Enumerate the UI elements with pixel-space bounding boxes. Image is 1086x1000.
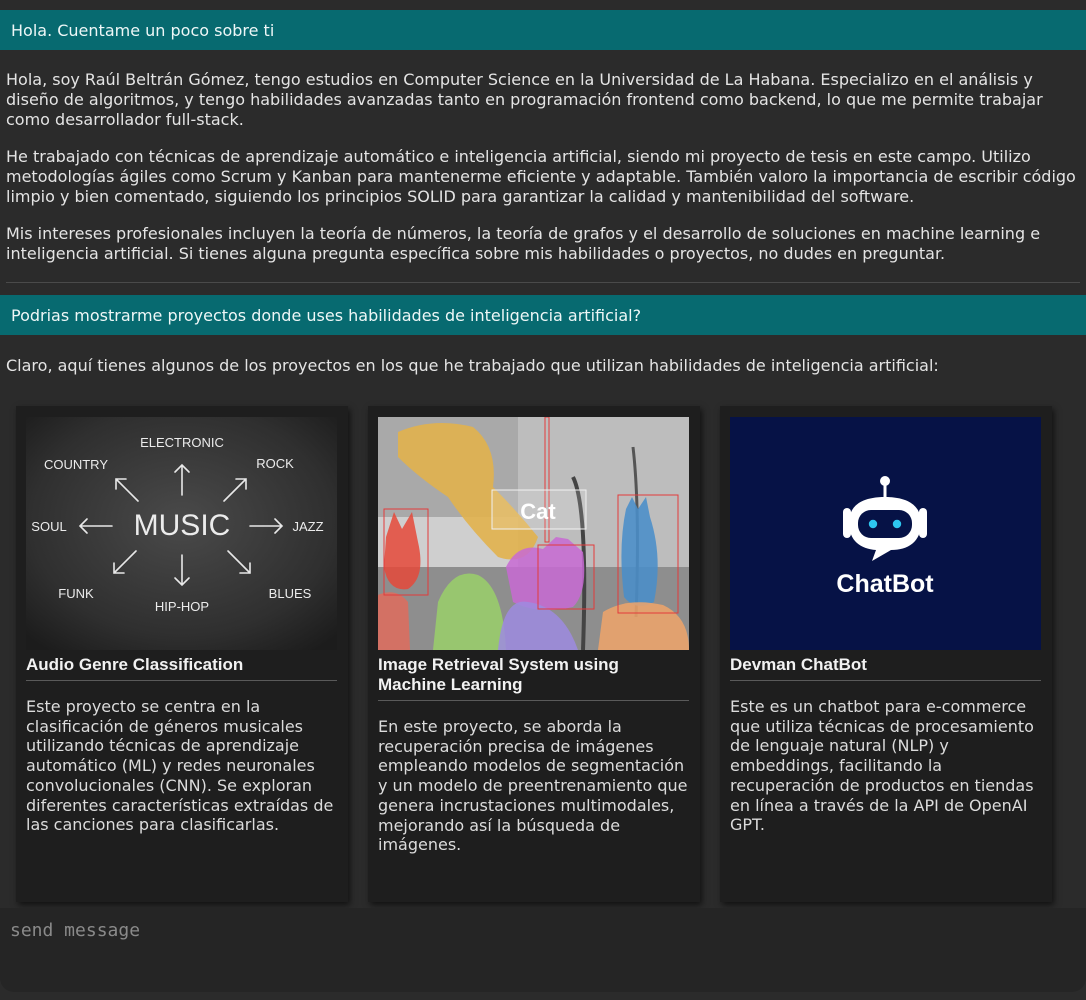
project-title: Devman ChatBot — [730, 655, 867, 674]
project-image-music-chalkboard: MUSIC ELECTRONIC COUNTRY ROCK SOUL JAZZ … — [26, 417, 337, 650]
chalk-genre-electronic: ELECTRONIC — [140, 435, 224, 450]
chalk-genre-soul: SOUL — [31, 519, 66, 534]
segmentation-label: Cat — [520, 499, 556, 524]
chalk-genre-hiphop: HIP-HOP — [155, 599, 209, 614]
chalk-center: MUSIC — [134, 509, 231, 542]
reply-1-paragraph-1: Hola, soy Raúl Beltrán Gómez, tengo estu… — [6, 70, 1043, 129]
project-title: Audio Genre Classification — [26, 655, 244, 674]
assistant-reply-1: Hola, soy Raúl Beltrán Gómez, tengo estu… — [6, 70, 1078, 281]
assistant-reply-2: Claro, aquí tienes algunos de los proyec… — [6, 356, 1078, 393]
project-card-audio-genre[interactable]: MUSIC ELECTRONIC COUNTRY ROCK SOUL JAZZ … — [16, 406, 348, 902]
project-image-cat-segmentation: Cat — [378, 417, 689, 650]
user-message-1-text: Hola. Cuentame un poco sobre ti — [11, 20, 275, 40]
chalk-genre-blues: BLUES — [269, 586, 312, 601]
user-message-2: Podrias mostrarme proyectos donde uses h… — [0, 295, 1086, 335]
project-card-devman-chatbot[interactable]: ChatBot Devman ChatBot Este es un chatbo… — [720, 406, 1052, 902]
top-strip — [0, 0, 1086, 10]
project-description: En este proyecto, se aborda la recuperac… — [378, 717, 688, 855]
project-card-image-retrieval[interactable]: Cat Image Retrieval System using Machine… — [368, 406, 700, 902]
chatbot-wordmark: ChatBot — [836, 570, 934, 598]
reply-1-paragraph-2: He trabajado con técnicas de aprendizaje… — [6, 147, 1076, 206]
user-message-2-text: Podrias mostrarme proyectos donde uses h… — [11, 305, 642, 325]
card-divider — [730, 680, 1041, 681]
chalk-genre-country: COUNTRY — [44, 457, 108, 472]
message-divider — [6, 282, 1080, 283]
user-message-1: Hola. Cuentame un poco sobre ti — [0, 10, 1086, 50]
project-description: Este proyecto se centra en la clasificac… — [26, 697, 334, 835]
chat-page: Hola. Cuentame un poco sobre ti Hola, so… — [0, 0, 1086, 1000]
project-description: Este es un chatbot para e-commerce que u… — [730, 697, 1034, 835]
reply-2-paragraph: Claro, aquí tienes algunos de los proyec… — [6, 356, 939, 375]
chalk-genre-rock: ROCK — [256, 456, 294, 471]
project-image-chatbot-logo: ChatBot — [730, 417, 1041, 650]
message-input[interactable] — [8, 914, 1072, 946]
project-title: Image Retrieval System using Machine Lea… — [378, 655, 619, 694]
card-divider — [378, 700, 689, 701]
chalk-genre-funk: FUNK — [58, 586, 94, 601]
reply-1-paragraph-3: Mis intereses profesionales incluyen la … — [6, 224, 1041, 263]
chalk-genre-jazz: JAZZ — [292, 519, 323, 534]
card-divider — [26, 680, 337, 681]
message-composer — [0, 908, 1086, 992]
